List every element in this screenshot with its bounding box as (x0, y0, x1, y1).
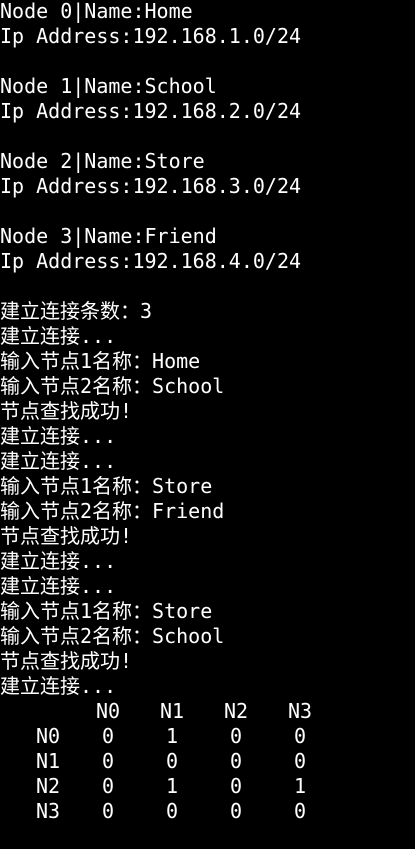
console-line: 输入节点2名称：School (0, 624, 225, 648)
console-line: Ip Address:192.168.4.0/24 (0, 249, 302, 273)
console-line: Node 0|Name:Home (0, 0, 193, 23)
console-window: Node 0|Name:Home Ip Address:192.168.1.0/2… (0, 0, 415, 849)
console-line: 输入节点1名称：Store (0, 474, 213, 498)
console-line: 建立连接... (0, 549, 117, 573)
matrix-cell: 0 (293, 724, 307, 748)
matrix-cell: 0 (229, 749, 243, 773)
console-line: 建立连接条数：3 (0, 299, 153, 323)
console-line: 建立连接... (0, 574, 117, 598)
matrix-column-header: N3 (287, 699, 313, 723)
matrix-row-label: N2 (35, 774, 61, 798)
matrix-row-label: N0 (35, 724, 61, 748)
console-line: 输入节点1名称：Home (0, 349, 201, 373)
matrix-cell: 0 (101, 724, 115, 748)
console-line: 建立连接... (0, 674, 117, 698)
matrix-cell: 0 (229, 799, 243, 823)
matrix-column-header: N0 (95, 699, 121, 723)
matrix-cell: 0 (101, 799, 115, 823)
console-line: 输入节点1名称：Store (0, 599, 213, 623)
matrix-column-header: N1 (159, 699, 185, 723)
console-line: 节点查找成功! (0, 649, 133, 673)
console-line: Node 1|Name:School (0, 74, 217, 98)
matrix-cell: 1 (293, 774, 307, 798)
console-line: 建立连接... (0, 424, 117, 448)
matrix-column-header: N2 (223, 699, 249, 723)
console-line: 节点查找成功! (0, 399, 133, 423)
console-line: 建立连接... (0, 449, 117, 473)
matrix-cell: 0 (229, 724, 243, 748)
matrix-cell: 0 (165, 799, 179, 823)
matrix-cell: 0 (165, 749, 179, 773)
console-line: Node 2|Name:Store (0, 149, 205, 173)
matrix-cell: 1 (165, 774, 179, 798)
console-line: 节点查找成功! (0, 524, 133, 548)
console-line: 输入节点2名称：Friend (0, 499, 225, 523)
console-line: 输入节点2名称：School (0, 374, 225, 398)
console-line: Ip Address:192.168.3.0/24 (0, 174, 302, 198)
matrix-cell: 0 (101, 774, 115, 798)
console-line: Ip Address:192.168.1.0/24 (0, 24, 302, 48)
console-line: Ip Address:192.168.2.0/24 (0, 99, 302, 123)
matrix-cell: 0 (293, 749, 307, 773)
matrix-cell: 1 (165, 724, 179, 748)
matrix-cell: 0 (293, 799, 307, 823)
matrix-cell: 0 (101, 749, 115, 773)
console-line: Node 3|Name:Friend (0, 224, 217, 248)
matrix-row-label: N3 (35, 799, 61, 823)
matrix-row-label: N1 (35, 749, 61, 773)
matrix-cell: 0 (229, 774, 243, 798)
console-line: 建立连接... (0, 324, 117, 348)
